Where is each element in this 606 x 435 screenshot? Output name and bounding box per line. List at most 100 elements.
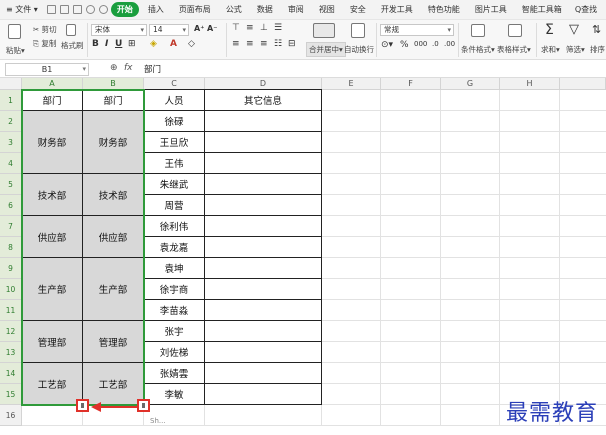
info-cell[interactable] xyxy=(205,153,322,174)
header-cell-d1[interactable]: 其它信息 xyxy=(205,90,322,111)
department-cell-b[interactable]: 技术部 xyxy=(83,174,144,216)
border-icon[interactable]: ⊞ xyxy=(128,39,136,49)
indent-icon[interactable]: ☰ xyxy=(274,23,282,33)
select-all-corner[interactable] xyxy=(0,78,22,90)
info-cell[interactable] xyxy=(205,132,322,153)
fx-icon[interactable]: fx xyxy=(124,63,133,73)
number-format-select[interactable]: 常规 xyxy=(380,24,454,36)
paste-button[interactable]: 粘贴▾ xyxy=(6,45,25,56)
person-cell[interactable]: 刘佐梯 xyxy=(144,342,205,363)
person-cell[interactable]: 袁龙嘉 xyxy=(144,237,205,258)
info-cell[interactable] xyxy=(205,237,322,258)
align-middle-icon[interactable]: ≡ xyxy=(246,23,254,33)
thousands-icon[interactable]: 000 xyxy=(414,40,427,48)
row-header-15[interactable]: 15 xyxy=(0,384,22,405)
sum-icon[interactable]: Σ xyxy=(545,22,554,38)
tab-page-layout[interactable]: 页面布局 xyxy=(173,2,217,17)
worksheet-grid[interactable]: A B C D E F G H 1 2 3 4 5 6 7 8 9 10 11 12 13 14 15 16 部门 部门 人员 其它信… xyxy=(0,78,606,435)
row-header-13[interactable]: 13 xyxy=(0,342,22,363)
person-cell[interactable]: 袁坤 xyxy=(144,258,205,279)
tab-formulas[interactable]: 公式 xyxy=(220,2,248,17)
currency-icon[interactable]: ⊙▾ xyxy=(381,40,393,50)
row-header-1[interactable]: 1 xyxy=(0,90,22,111)
department-cell-a[interactable]: 供应部 xyxy=(22,216,83,258)
conditional-format-button[interactable]: 条件格式▾ xyxy=(461,44,495,55)
info-cell[interactable] xyxy=(205,195,322,216)
merge-center-icon[interactable] xyxy=(313,23,335,38)
row-header-2[interactable]: 2 xyxy=(0,111,22,132)
person-cell[interactable]: 张宇 xyxy=(144,321,205,342)
person-cell[interactable]: 徐利伟 xyxy=(144,216,205,237)
justify-icon[interactable]: ☷ xyxy=(274,39,282,49)
department-cell-a[interactable]: 生产部 xyxy=(22,258,83,321)
row-header-16[interactable]: 16 xyxy=(0,405,22,426)
align-left-icon[interactable]: ≡ xyxy=(232,39,240,49)
row-header-3[interactable]: 3 xyxy=(0,132,22,153)
conditional-format-icon[interactable] xyxy=(471,24,485,37)
person-cell[interactable]: 王旦欣 xyxy=(144,132,205,153)
header-cell-c1[interactable]: 人员 xyxy=(144,90,205,111)
person-cell[interactable]: 李敏 xyxy=(144,384,205,405)
column-header-h[interactable]: H xyxy=(500,78,560,90)
header-cell-b1[interactable]: 部门 xyxy=(83,90,144,111)
redo-icon[interactable] xyxy=(98,5,108,14)
row-header-4[interactable]: 4 xyxy=(0,153,22,174)
info-cell[interactable] xyxy=(205,111,322,132)
paste-icon[interactable] xyxy=(8,24,21,39)
file-menu[interactable]: ≡ 文件 ▾ xyxy=(6,4,38,15)
info-cell[interactable] xyxy=(205,342,322,363)
print-icon[interactable] xyxy=(59,5,69,14)
row-header-7[interactable]: 7 xyxy=(0,216,22,237)
person-cell[interactable]: 李苗淼 xyxy=(144,300,205,321)
table-style-button[interactable]: 表格样式▾ xyxy=(497,44,531,55)
person-cell[interactable]: 张婧雲 xyxy=(144,363,205,384)
column-header-f[interactable]: F xyxy=(381,78,441,90)
department-cell-b[interactable]: 工艺部 xyxy=(83,363,144,405)
row-header-10[interactable]: 10 xyxy=(0,279,22,300)
undo-icon[interactable] xyxy=(85,5,95,14)
column-header-e[interactable]: E xyxy=(322,78,381,90)
preview-icon[interactable] xyxy=(72,5,82,14)
fill-handle-marker-left[interactable] xyxy=(76,399,89,412)
format-painter-icon[interactable] xyxy=(66,24,76,36)
info-cell[interactable] xyxy=(205,300,322,321)
department-cell-b[interactable]: 财务部 xyxy=(83,111,144,174)
tab-smart-toolbox[interactable]: 智能工具箱 xyxy=(516,2,568,17)
distributed-icon[interactable]: ⊟ xyxy=(288,39,296,49)
header-cell-a1[interactable]: 部门 xyxy=(22,90,83,111)
underline-icon[interactable]: U xyxy=(115,39,122,49)
percent-icon[interactable]: % xyxy=(400,40,409,50)
department-cell-a[interactable]: 管理部 xyxy=(22,321,83,363)
zoom-icon[interactable]: ⊕ xyxy=(110,63,118,73)
tab-picture-tools[interactable]: 图片工具 xyxy=(469,2,513,17)
row-header-9[interactable]: 9 xyxy=(0,258,22,279)
increase-font-icon[interactable]: A⁺ xyxy=(194,24,204,33)
increase-decimal-icon[interactable]: .0 xyxy=(432,40,439,48)
filter-button[interactable]: 筛选▾ xyxy=(566,44,585,55)
clear-format-icon[interactable]: ◇ xyxy=(188,39,195,49)
merge-center-button[interactable]: 合并居中▾ xyxy=(306,42,346,57)
copy-button[interactable]: ⎘ 复制 xyxy=(33,38,56,49)
person-cell[interactable]: 徐碌 xyxy=(144,111,205,132)
info-cell[interactable] xyxy=(205,279,322,300)
person-cell[interactable]: 周营 xyxy=(144,195,205,216)
row-header-5[interactable]: 5 xyxy=(0,174,22,195)
department-cell-b[interactable]: 管理部 xyxy=(83,321,144,363)
row-header-12[interactable]: 12 xyxy=(0,321,22,342)
info-cell[interactable] xyxy=(205,216,322,237)
tab-view[interactable]: 视图 xyxy=(313,2,341,17)
tab-insert[interactable]: 插入 xyxy=(142,2,170,17)
tab-data[interactable]: 数据 xyxy=(251,2,279,17)
align-right-icon[interactable]: ≡ xyxy=(260,39,268,49)
row-header-11[interactable]: 11 xyxy=(0,300,22,321)
person-cell[interactable]: 徐宇商 xyxy=(144,279,205,300)
save-icon[interactable] xyxy=(46,5,56,14)
department-cell-a[interactable]: 财务部 xyxy=(22,111,83,174)
name-box[interactable]: B1 xyxy=(5,63,89,76)
tab-special[interactable]: 特色功能 xyxy=(422,2,466,17)
font-name-select[interactable]: 宋体 xyxy=(91,24,147,36)
table-style-icon[interactable] xyxy=(508,24,522,37)
font-size-select[interactable]: 14 xyxy=(149,24,189,36)
person-cell[interactable]: 王伟 xyxy=(144,153,205,174)
decrease-font-icon[interactable]: A⁻ xyxy=(207,24,217,33)
